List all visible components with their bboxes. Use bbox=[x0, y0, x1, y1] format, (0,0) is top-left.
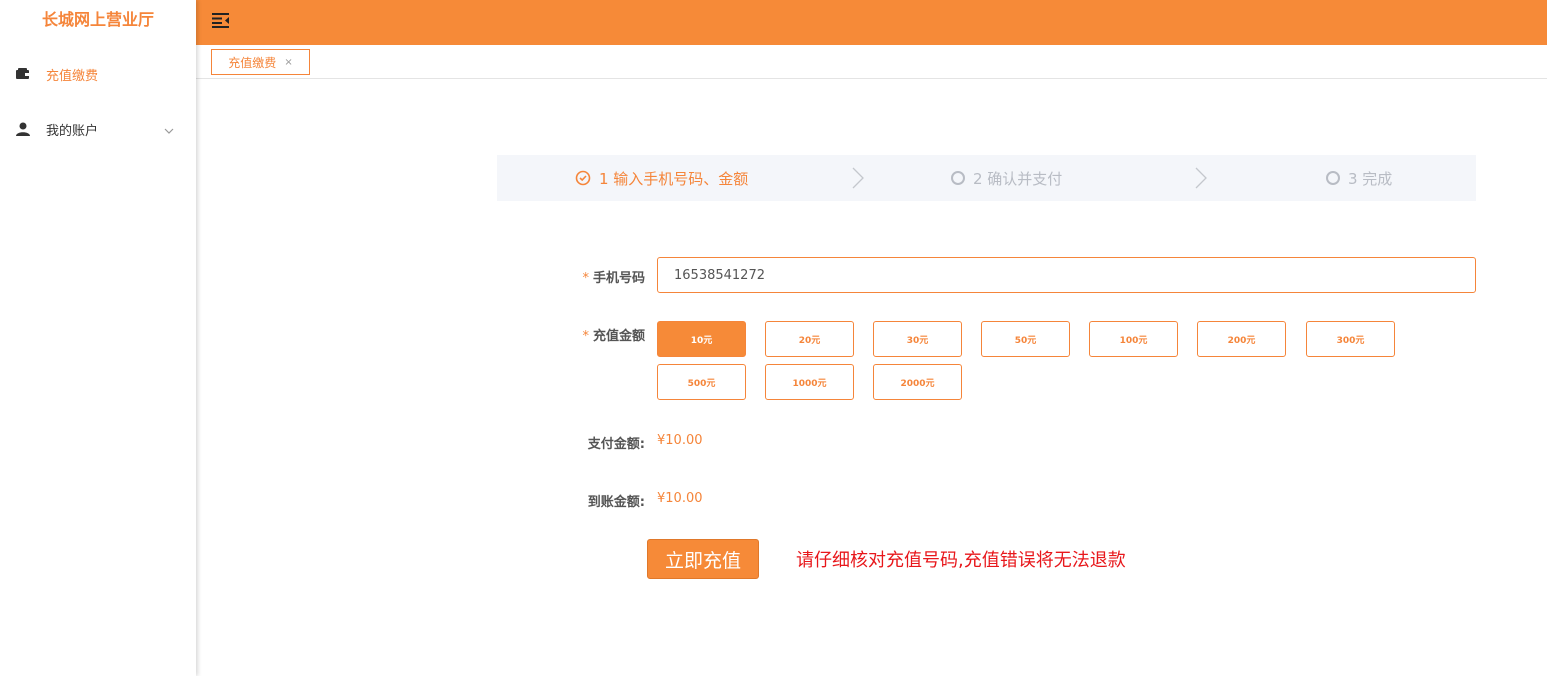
phone-label-text: 手机号码 bbox=[592, 271, 645, 286]
sidebar-item-my-account[interactable]: 我的账户 bbox=[0, 101, 196, 157]
chevron-down-icon bbox=[164, 123, 174, 138]
step-3: 3 完成 bbox=[1326, 155, 1392, 201]
amount-option-200[interactable]: 200元 bbox=[1197, 321, 1286, 357]
user-icon bbox=[16, 122, 30, 136]
close-icon[interactable]: × bbox=[284, 57, 292, 68]
circle-icon bbox=[951, 171, 965, 185]
top-bar bbox=[196, 0, 1547, 45]
amount-option-500[interactable]: 500元 bbox=[657, 364, 746, 400]
amount-option-2000[interactable]: 2000元 bbox=[873, 364, 962, 400]
warning-text: 请仔细核对充值号码,充值错误将无法退款 bbox=[796, 550, 1126, 571]
chevron-right-icon bbox=[1194, 167, 1208, 189]
amount-option-10[interactable]: 10元 bbox=[657, 321, 746, 357]
app-logo: 长城网上营业厅 bbox=[41, 10, 154, 29]
amount-option-30[interactable]: 30元 bbox=[873, 321, 962, 357]
chevron-right-icon bbox=[851, 167, 865, 189]
tab-label: 充值缴费 bbox=[228, 55, 277, 70]
sidebar: 长城网上营业厅 充值缴费 我的账户 bbox=[0, 0, 196, 676]
sidebar-item-label: 充值缴费 bbox=[46, 68, 99, 84]
arrive-amount-label: 到账金额: bbox=[587, 495, 645, 510]
menu-fold-icon[interactable] bbox=[212, 12, 230, 28]
amount-option-100[interactable]: 100元 bbox=[1089, 321, 1178, 357]
step-2: 2 确认并支付 bbox=[951, 155, 1062, 201]
required-mark: * bbox=[582, 329, 589, 344]
circle-icon bbox=[1326, 171, 1340, 185]
sidebar-item-label: 我的账户 bbox=[46, 123, 99, 139]
tab-bar: 充值缴费 × bbox=[196, 45, 1547, 79]
sidebar-item-recharge[interactable]: 充值缴费 bbox=[0, 46, 196, 102]
steps-bar: 1 输入手机号码、金额 2 确认并支付 3 完成 bbox=[497, 155, 1476, 201]
step-label: 3 完成 bbox=[1348, 169, 1393, 188]
amount-option-50[interactable]: 50元 bbox=[981, 321, 1070, 357]
check-circle-icon bbox=[575, 170, 591, 186]
step-label: 1 输入手机号码、金额 bbox=[599, 169, 749, 188]
phone-label: * 手机号码 bbox=[515, 267, 645, 286]
amount-option-1000[interactable]: 1000元 bbox=[765, 364, 854, 400]
step-1: 1 输入手机号码、金额 bbox=[575, 155, 748, 201]
step-label: 2 确认并支付 bbox=[973, 169, 1063, 188]
amount-label: * 充值金额 bbox=[515, 325, 645, 344]
wallet-icon bbox=[16, 67, 30, 81]
tab-recharge[interactable]: 充值缴费 × bbox=[211, 49, 310, 75]
amount-label-text: 充值金额 bbox=[592, 329, 645, 344]
amount-option-20[interactable]: 20元 bbox=[765, 321, 854, 357]
pay-amount-value: ¥10.00 bbox=[657, 433, 703, 448]
amount-option-300[interactable]: 300元 bbox=[1306, 321, 1395, 357]
pay-amount-label: 支付金额: bbox=[587, 437, 645, 452]
phone-input[interactable] bbox=[657, 257, 1476, 293]
required-mark: * bbox=[582, 271, 589, 286]
recharge-now-button[interactable]: 立即充值 bbox=[647, 539, 759, 579]
arrive-amount-value: ¥10.00 bbox=[657, 491, 703, 506]
